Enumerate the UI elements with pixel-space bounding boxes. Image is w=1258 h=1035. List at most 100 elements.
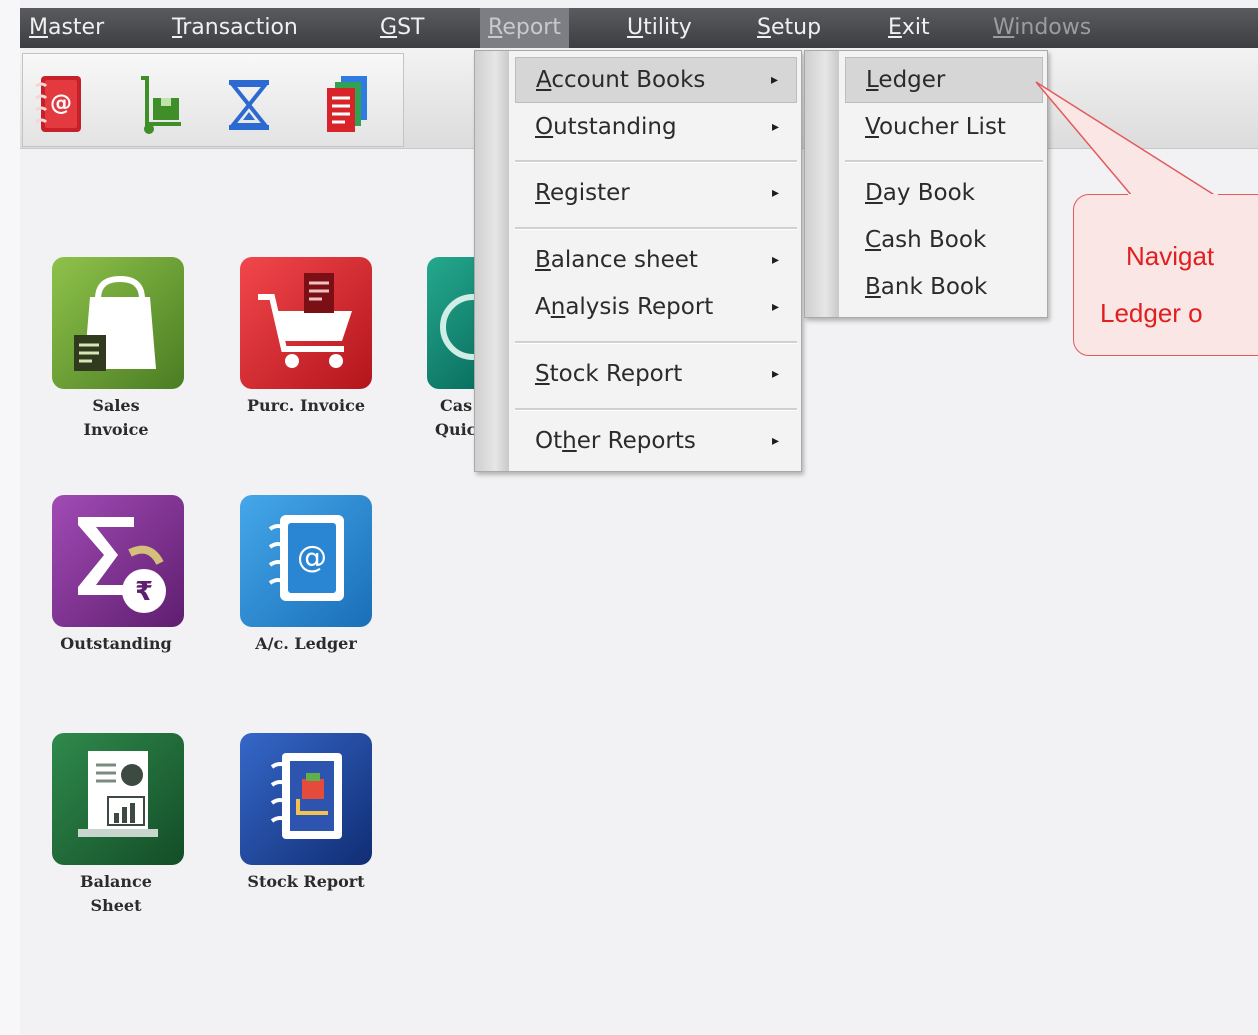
- cash-quick-label-line2: Quic: [435, 420, 477, 439]
- menu-report[interactable]: Report: [480, 8, 569, 48]
- callout-pointer: [1035, 81, 1217, 197]
- cash-book-label: ash Book: [881, 227, 987, 253]
- submenu-cash-book[interactable]: Cash Book: [845, 218, 1043, 262]
- menu-bar: Master Transaction GST Report Utility Se…: [20, 8, 1258, 48]
- svg-text:₹: ₹: [135, 577, 153, 607]
- stock-report-label-text: Stock Report: [247, 872, 365, 891]
- submenu-ledger[interactable]: Ledger: [845, 57, 1043, 103]
- submenu-voucher-list[interactable]: Voucher List: [845, 105, 1043, 149]
- address-book-icon[interactable]: @: [33, 74, 85, 136]
- delivery-trolley-icon[interactable]: [135, 74, 187, 136]
- ledger-mnemonic: L: [866, 67, 879, 93]
- callout-joint: [1128, 194, 1218, 199]
- submenu-arrow-icon: ▸: [771, 299, 779, 315]
- callout-box: Navigat Ledger o: [1073, 194, 1258, 356]
- other-reports-mnemonic: h: [562, 428, 577, 454]
- menu-exit-mnemonic: E: [888, 15, 902, 40]
- menu-utility[interactable]: Utility: [627, 8, 692, 48]
- menu-master-label: aster: [47, 15, 105, 40]
- menu-master-mnemonic: M: [29, 15, 48, 40]
- submenu-bank-book[interactable]: Bank Book: [845, 265, 1043, 309]
- outstanding-label: utstanding: [553, 114, 677, 140]
- cash-icon: [440, 294, 506, 360]
- account-books-label: ccount Books: [551, 67, 706, 93]
- sales-invoice-tile[interactable]: [52, 257, 184, 389]
- outstanding-label-text: Outstanding: [60, 634, 172, 653]
- purchase-invoice-tile[interactable]: [240, 257, 372, 389]
- cash-book-mnemonic: C: [865, 227, 882, 253]
- report-menu-outstanding[interactable]: Outstanding ▸: [515, 105, 797, 149]
- balance-sheet-menu-label: alance sheet: [550, 247, 698, 273]
- balance-sheet-label-line2: Sheet: [90, 896, 142, 915]
- ac-ledger-label: A/c. Ledger: [231, 632, 381, 656]
- voucher-list-label: oucher List: [878, 114, 1006, 140]
- stock-report-menu-label: tock Report: [549, 361, 683, 387]
- menu-utility-label: tility: [643, 15, 692, 40]
- stock-report-mnemonic: S: [535, 361, 550, 387]
- purchase-invoice-label: Purc. Invoice: [231, 394, 381, 418]
- submenu-arrow-icon: ▸: [771, 252, 779, 268]
- hourglass-icon[interactable]: [223, 74, 275, 136]
- report-menu-account-books[interactable]: Account Books ▸: [515, 57, 797, 103]
- sales-invoice-label-line1: Sales: [92, 396, 140, 415]
- balance-sheet-mnemonic: B: [535, 247, 551, 273]
- outstanding-label: Outstanding: [41, 632, 191, 656]
- analysis-report-label: alysis Report: [565, 294, 714, 320]
- stock-report-icon: [270, 753, 342, 839]
- menu-master[interactable]: Master: [29, 8, 104, 48]
- outstanding-tile[interactable]: ₹: [52, 495, 184, 627]
- balance-sheet-icon: [78, 751, 158, 837]
- callout-text-line1: Navigat: [1126, 241, 1215, 271]
- menu-separator: [515, 160, 797, 163]
- menu-transaction-mnemonic: T: [172, 15, 183, 40]
- menu-separator: [515, 341, 797, 344]
- menu-setup[interactable]: Setup: [757, 8, 821, 48]
- outstanding-mnemonic: O: [535, 114, 554, 140]
- menu-windows-mnemonic: W: [993, 15, 1015, 40]
- menu-gst[interactable]: GST: [380, 8, 424, 48]
- cash-quick-label-line1: Cas: [440, 396, 473, 415]
- menu-windows-label: indows: [1014, 15, 1092, 40]
- day-book-mnemonic: D: [865, 180, 883, 206]
- svg-text:@: @: [50, 91, 72, 116]
- balance-sheet-tile[interactable]: [52, 733, 184, 865]
- menu-setup-label: etup: [770, 15, 822, 40]
- bank-book-mnemonic: B: [865, 274, 881, 300]
- shopping-cart-icon: [258, 273, 352, 368]
- ac-ledger-label-text: A/c. Ledger: [255, 634, 357, 653]
- balance-sheet-label-line1: Balance: [80, 872, 152, 891]
- report-menu-balance-sheet[interactable]: Balance sheet ▸: [515, 238, 797, 282]
- menu-windows[interactable]: Windows: [993, 8, 1091, 48]
- account-books-submenu: Ledger Voucher List Day Book Cash Book B…: [804, 50, 1048, 318]
- submenu-arrow-icon: ▸: [771, 433, 779, 449]
- submenu-day-book[interactable]: Day Book: [845, 171, 1043, 215]
- documents-icon[interactable]: [321, 74, 373, 136]
- toolbar-button-group: @: [22, 53, 404, 147]
- stock-report-tile[interactable]: [240, 733, 372, 865]
- report-menu-register[interactable]: Register ▸: [515, 171, 797, 215]
- menu-exit[interactable]: Exit: [888, 8, 930, 48]
- report-menu-analysis-report[interactable]: Analysis Report ▸: [515, 285, 797, 329]
- register-mnemonic: R: [535, 180, 550, 206]
- report-menu-other-reports[interactable]: Other Reports ▸: [515, 419, 797, 463]
- ac-ledger-tile[interactable]: @: [240, 495, 372, 627]
- other-reports-label: er Reports: [576, 428, 696, 454]
- ledger-book-icon: @: [268, 515, 344, 601]
- purchase-invoice-label-text: Purc. Invoice: [246, 396, 366, 415]
- analysis-report-pre: A: [535, 294, 551, 320]
- sales-invoice-label-line2: Invoice: [83, 420, 149, 439]
- ledger-label: edger: [878, 67, 946, 93]
- report-menu-stock-report[interactable]: Stock Report ▸: [515, 352, 797, 396]
- day-book-label: ay Book: [882, 180, 975, 206]
- sales-invoice-label: Sales Invoice: [41, 394, 191, 442]
- shopping-bag-icon: [74, 275, 156, 371]
- hourglass-rupee-icon: ₹: [78, 517, 166, 613]
- stock-report-label: Stock Report: [231, 870, 381, 894]
- submenu-arrow-icon: ▸: [771, 119, 779, 135]
- submenu-arrow-icon: ▸: [771, 185, 779, 201]
- menu-gst-label: ST: [397, 15, 425, 40]
- menu-transaction[interactable]: Transaction: [172, 8, 298, 48]
- cash-quick-tile[interactable]: [427, 257, 506, 389]
- menu-separator: [515, 408, 797, 411]
- submenu-arrow-icon: ▸: [771, 366, 779, 382]
